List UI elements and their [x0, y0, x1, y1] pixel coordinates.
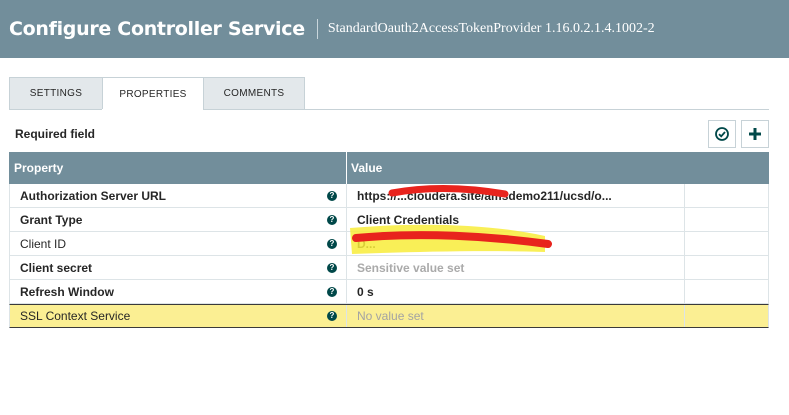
help-icon[interactable]: ? [327, 214, 337, 225]
property-value[interactable]: Client Credentials [347, 208, 685, 231]
tab-comments[interactable]: COMMENTS [203, 77, 305, 109]
help-icon[interactable]: ? [327, 238, 337, 249]
column-header-value[interactable]: Value [347, 152, 382, 184]
add-property-button[interactable] [741, 120, 769, 148]
property-value[interactable]: Sensitive value set [347, 256, 685, 279]
property-name: SSL Context Service [20, 309, 131, 323]
dialog-header: Configure Controller Service StandardOau… [0, 0, 789, 58]
table-row[interactable]: Client secret ? Sensitive value set [9, 256, 769, 280]
dialog-title: Configure Controller Service [9, 18, 305, 40]
property-value[interactable]: https://...cloudera.site/amsdemo211/ucsd… [347, 184, 685, 207]
help-icon[interactable]: ? [327, 286, 337, 297]
help-icon[interactable]: ? [327, 190, 337, 201]
dialog-subtitle: StandardOauth2AccessTokenProvider 1.16.0… [327, 21, 655, 36]
plus-icon [749, 128, 761, 140]
help-icon[interactable]: ? [327, 262, 337, 273]
required-field-label: Required field [15, 127, 96, 141]
property-name: Grant Type [20, 212, 83, 227]
property-value[interactable]: D... [347, 232, 685, 255]
property-name: Refresh Window [20, 284, 114, 299]
property-name: Client secret [20, 260, 93, 275]
property-value[interactable]: No value set [347, 305, 685, 327]
table-row[interactable]: Authorization Server URL ? https://...cl… [9, 184, 769, 208]
tab-bar: SETTINGS PROPERTIES COMMENTS [9, 77, 305, 110]
check-circle-icon [715, 127, 729, 141]
header-separator [316, 19, 318, 39]
property-name: Authorization Server URL [20, 188, 167, 203]
verify-properties-button[interactable] [708, 120, 736, 148]
properties-table: Property Value Authorization Server URL … [9, 152, 769, 328]
column-header-property[interactable]: Property [9, 152, 347, 184]
property-value[interactable]: 0 s [347, 280, 685, 303]
table-row-selected[interactable]: SSL Context Service ? No value set [9, 304, 769, 328]
table-row[interactable]: Refresh Window ? 0 s [9, 280, 769, 304]
property-name: Client ID [20, 236, 67, 251]
help-icon[interactable]: ? [327, 311, 337, 321]
table-header: Property Value [9, 152, 769, 184]
tab-settings[interactable]: SETTINGS [9, 77, 103, 109]
table-row[interactable]: Grant Type ? Client Credentials [9, 208, 769, 232]
tab-properties[interactable]: PROPERTIES [102, 77, 204, 110]
table-row[interactable]: Client ID ? D... [9, 232, 769, 256]
